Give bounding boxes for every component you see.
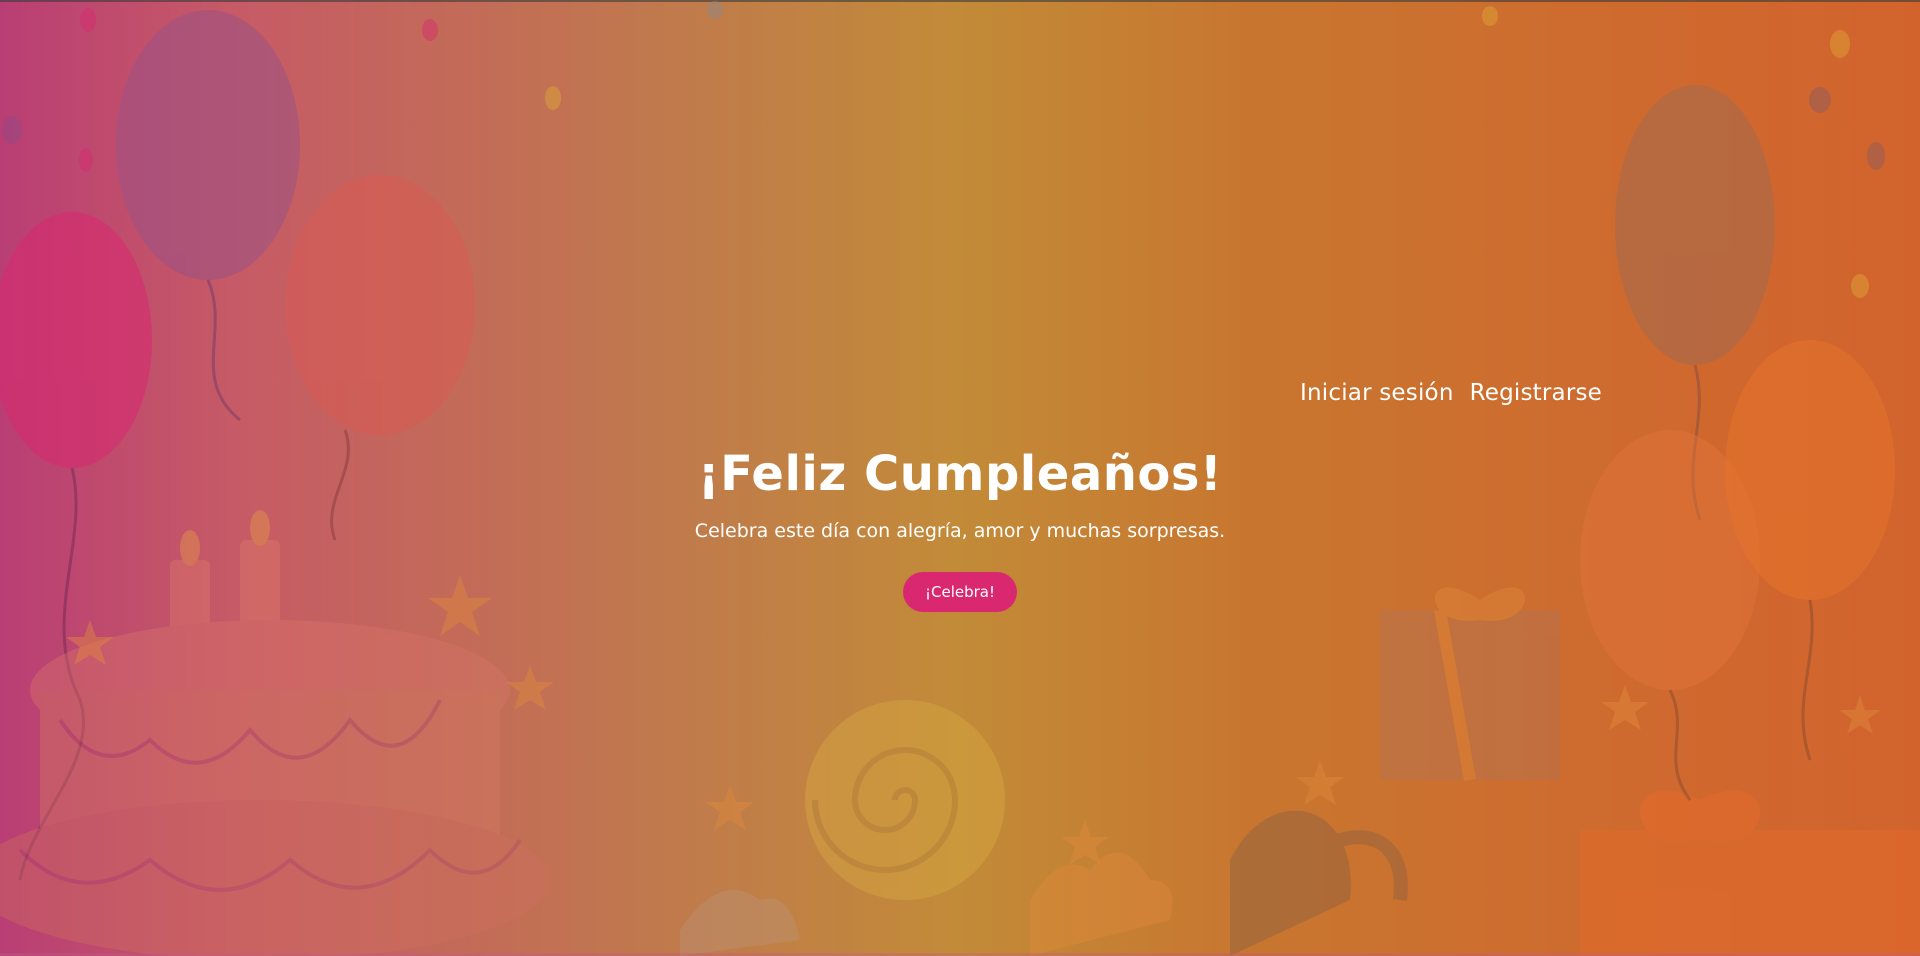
hero-subtitle: Celebra este día con alegría, amor y muc…: [694, 520, 1226, 542]
lollipop-icon: [805, 700, 1005, 900]
hero-title: ¡Feliz Cumpleaños!: [697, 446, 1223, 502]
register-link[interactable]: Registrarse: [1470, 380, 1602, 406]
top-nav: Iniciar sesión Registrarse: [1300, 380, 1602, 406]
hero-section: ¡Feliz Cumpleaños! Celebra este día con …: [0, 446, 1920, 612]
login-link[interactable]: Iniciar sesión: [1300, 380, 1454, 406]
gift-box-icon: [1230, 810, 1408, 956]
page: Iniciar sesión Registrarse ¡Feliz Cumple…: [0, 0, 1920, 956]
celebrate-button[interactable]: ¡Celebra!: [902, 572, 1017, 612]
gift-box-icon: [1380, 587, 1560, 782]
gift-box-icon: [1580, 790, 1920, 956]
